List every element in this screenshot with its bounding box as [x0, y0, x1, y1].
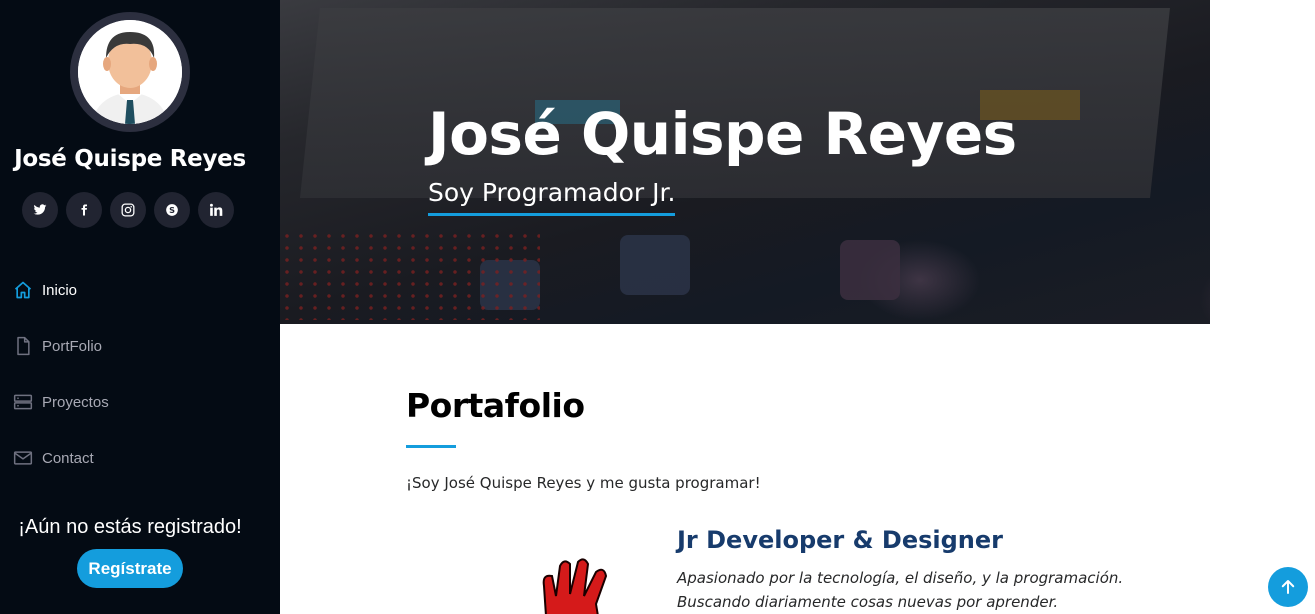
home-icon [12, 279, 34, 301]
sidebar-item-label: PortFolio [42, 337, 103, 355]
linkedin-icon[interactable] [198, 192, 234, 228]
title-underline [406, 445, 456, 448]
svg-text:S: S [169, 205, 175, 215]
job-title: Jr Developer & Designer [677, 526, 1003, 554]
facebook-icon[interactable] [66, 192, 102, 228]
hero-title: José Quispe Reyes [428, 100, 1017, 168]
sidebar-item-contact[interactable]: Contact [12, 430, 272, 486]
register-prompt: ¡Aún no estás registrado! [18, 516, 242, 538]
envelope-icon [12, 447, 34, 469]
sidebar: José Quispe Reyes S Inicio PortFolio Pro… [0, 0, 280, 614]
instagram-icon[interactable] [110, 192, 146, 228]
sidebar-item-label: Contact [42, 449, 94, 467]
sidebar-nav: Inicio PortFolio Proyectos Contact [12, 262, 272, 486]
back-to-top-button[interactable] [1268, 567, 1308, 607]
portfolio-section: Portafolio ¡Soy José Quispe Reyes y me g… [406, 386, 1206, 614]
social-links: S [22, 192, 234, 228]
profile-name: José Quispe Reyes [14, 146, 246, 172]
sidebar-item-label: Proyectos [42, 393, 109, 411]
arrow-up-icon [1281, 580, 1295, 594]
avatar [70, 12, 190, 132]
hero-subtitle: Soy Programador Jr. [428, 178, 676, 216]
hand-image [542, 558, 608, 614]
profile-picture [78, 20, 182, 124]
file-icon [12, 335, 34, 357]
section-title: Portafolio [406, 386, 585, 425]
sidebar-item-inicio[interactable]: Inicio [12, 262, 272, 318]
intro-text: ¡Soy José Quispe Reyes y me gusta progra… [406, 474, 761, 492]
sidebar-item-label: Inicio [42, 281, 78, 299]
sidebar-item-proyectos[interactable]: Proyectos [12, 374, 272, 430]
sidebar-item-portfolio[interactable]: PortFolio [12, 318, 272, 374]
skype-icon[interactable]: S [154, 192, 190, 228]
server-icon [12, 391, 34, 413]
register-button[interactable]: Regístrate [77, 549, 183, 588]
hero-banner: José Quispe Reyes Soy Programador Jr. [280, 0, 1210, 324]
job-description: Apasionado por la tecnología, el diseño,… [677, 569, 1124, 611]
twitter-icon[interactable] [22, 192, 58, 228]
